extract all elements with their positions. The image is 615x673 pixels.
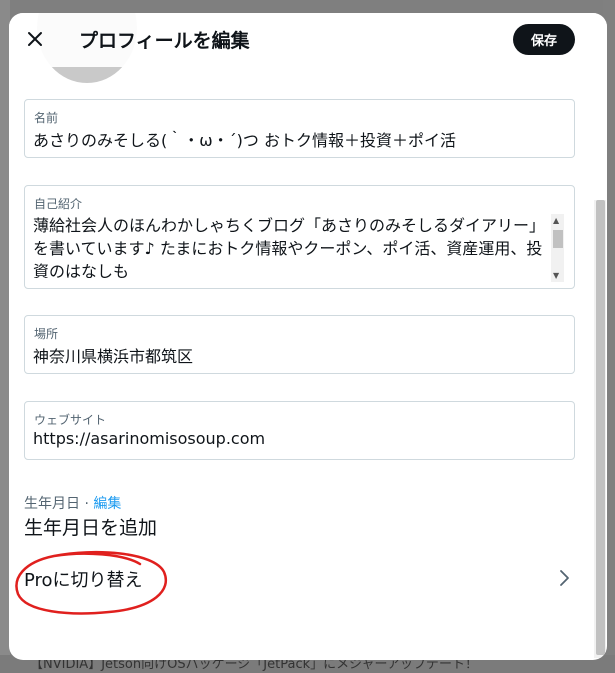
birthdate-separator: · [80,496,94,512]
birthdate-value: 生年月日を追加 [24,517,158,539]
save-button[interactable]: 保存 [513,24,575,55]
bio-field[interactable]: 自己紹介 薄給社会人のほんわかしゃちくブログ「あさりのみそしるダイアリー」を書い… [24,185,575,289]
name-field[interactable]: 名前 あさりのみそしる(｀・ω・´)つ おトク情報＋投資＋ポイ活 [24,99,575,158]
website-field[interactable]: ウェブサイト https://asarinomisosoup.com [24,401,575,460]
close-button[interactable] [19,23,51,55]
birthdate-edit-link[interactable]: 編集 [93,496,121,512]
scrollbar-thumb[interactable] [596,200,605,655]
name-label: 名前 [34,111,59,125]
location-label: 場所 [34,327,59,341]
scroll-down-icon[interactable]: ▼ [553,271,559,280]
switch-to-pro-label: Proに切り替え [24,570,143,591]
edit-profile-dialog: プロフィールを編集 保存 名前 あさりのみそしる(｀・ω・´)つ おトク情報＋投… [9,13,607,660]
bio-textarea[interactable]: 薄給社会人のほんわかしゃちくブログ「あさりのみそしるダイアリー」を書いています♪… [33,214,548,278]
dialog-header: プロフィールを編集 保存 [9,13,607,67]
dialog-title: プロフィールを編集 [79,30,250,52]
name-input[interactable]: あさりのみそしる(｀・ω・´)つ おトク情報＋投資＋ポイ活 [33,127,456,151]
scroll-up-icon[interactable]: ▲ [553,216,559,225]
birthdate-label: 生年月日 [24,496,80,512]
close-icon [28,32,42,46]
birthdate-label-row: 生年月日 · 編集 [24,493,121,513]
bio-scrollbar-thumb[interactable] [553,230,563,248]
chevron-right-icon [560,570,569,586]
location-input[interactable]: 神奈川県横浜市都筑区 [33,343,193,367]
location-field[interactable]: 場所 神奈川県横浜市都筑区 [24,315,575,374]
bio-label: 自己紹介 [34,197,83,211]
switch-to-pro-row[interactable]: Proに切り替え [9,553,594,603]
website-label: ウェブサイト [34,413,107,427]
website-input[interactable]: https://asarinomisosoup.com [33,429,265,448]
